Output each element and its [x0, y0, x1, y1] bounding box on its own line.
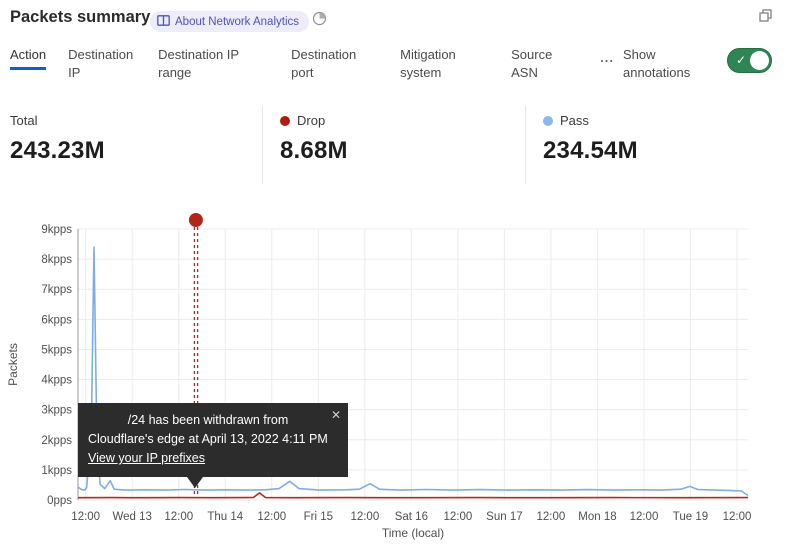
x-axis-title: Time (local) — [382, 526, 444, 540]
stat-pass: Pass 234.54M — [525, 106, 785, 184]
tab-mitigation-system[interactable]: Mitigation system — [400, 46, 476, 82]
stat-pass-value: 234.54M — [543, 137, 785, 165]
x-tick-label: Wed 13 — [113, 511, 152, 523]
page-title: Packets summary — [10, 8, 150, 27]
x-tick-label: 12:00 — [164, 511, 193, 523]
y-tick-label: 0pps — [47, 495, 72, 507]
tooltip-caret — [187, 477, 203, 488]
annotation-tooltip: ✕ /24 has been withdrawn from Cloudflare… — [78, 403, 348, 477]
tab-destination-ip-range[interactable]: Destination IP range — [158, 46, 258, 82]
y-tick-label: 9kpps — [41, 224, 72, 236]
stat-total-label: Total — [10, 113, 37, 128]
pass-legend-dot — [543, 116, 553, 126]
stat-total: Total 243.23M — [0, 106, 262, 184]
tab-source-asn[interactable]: Source ASN — [511, 46, 563, 82]
data-freshness-icon — [312, 11, 327, 31]
x-tick-label: 12:00 — [257, 511, 286, 523]
x-tick-label: Sun 17 — [486, 511, 522, 523]
tab-destination-port[interactable]: Destination port — [291, 46, 373, 82]
y-tick-label: 6kpps — [41, 314, 72, 326]
x-tick-label: 12:00 — [350, 511, 379, 523]
x-tick-label: 12:00 — [71, 511, 100, 523]
tooltip-line2: Cloudflare's edge at April 13, 2022 4:11… — [88, 430, 336, 449]
tab-destination-ip[interactable]: Destination IP — [68, 46, 142, 82]
chart-svg: 9kpps 8kpps 7kpps 6kpps 5kpps 4kpps 3kpps 2kpps… — [0, 195, 785, 550]
tooltip-line1: /24 has been withdrawn from — [88, 411, 336, 430]
packets-summary-panel: Packets summary About Network Analytics … — [0, 0, 785, 555]
packets-time-series-chart: 9kpps 8kpps 7kpps 6kpps 5kpps 4kpps 3kpps 2kpps… — [0, 195, 785, 550]
stat-drop: Drop 8.68M — [262, 106, 525, 184]
y-tick-label: 3kpps — [41, 405, 72, 417]
book-icon — [157, 15, 170, 29]
y-tick-label: 8kpps — [41, 254, 72, 266]
x-tick-label: 12:00 — [537, 511, 566, 523]
show-annotations-toggle[interactable]: ✓ — [727, 48, 772, 73]
y-tick-label: 7kpps — [41, 284, 72, 296]
x-tick-label: Thu 14 — [207, 511, 243, 523]
check-icon: ✓ — [736, 53, 746, 67]
y-tick-label: 5kpps — [41, 344, 72, 356]
about-network-analytics-badge[interactable]: About Network Analytics — [150, 11, 309, 32]
annotation-marker-dot[interactable] — [189, 213, 203, 227]
y-tick-label: 4kpps — [41, 375, 72, 387]
toggle-knob — [750, 51, 769, 70]
more-tabs-ellipsis-icon[interactable]: ... — [600, 50, 614, 65]
x-tick-label: Sat 16 — [395, 511, 428, 523]
stat-drop-label: Drop — [297, 113, 325, 128]
x-tick-label: 12:00 — [443, 511, 472, 523]
stats-row: Total 243.23M Drop 8.68M Pass 234.54M — [0, 106, 785, 184]
y-tick-label: 2kpps — [41, 435, 72, 447]
stat-total-value: 243.23M — [10, 137, 262, 165]
x-tick-label: 12:00 — [723, 511, 752, 523]
x-tick-label: Mon 18 — [578, 511, 616, 523]
x-tick-label: 12:00 — [630, 511, 659, 523]
duplicate-window-icon[interactable] — [758, 8, 773, 28]
dimension-tabs: Action Destination IP Destination IP ran… — [0, 46, 785, 82]
panel-header: Packets summary About Network Analytics — [0, 0, 785, 40]
y-axis-title: Packets — [6, 343, 20, 386]
show-annotations-label: Show annotations — [623, 46, 709, 82]
tab-action[interactable]: Action — [10, 46, 46, 70]
close-icon[interactable]: ✕ — [331, 406, 341, 425]
view-ip-prefixes-link[interactable]: View your IP prefixes — [88, 449, 205, 468]
drop-legend-dot — [280, 116, 290, 126]
x-tick-label: Tue 19 — [673, 511, 708, 523]
stat-pass-label: Pass — [560, 113, 589, 128]
x-tick-label: Fri 15 — [304, 511, 333, 523]
about-badge-label: About Network Analytics — [175, 16, 299, 28]
stat-drop-value: 8.68M — [280, 137, 525, 165]
y-tick-label: 1kpps — [41, 465, 72, 477]
